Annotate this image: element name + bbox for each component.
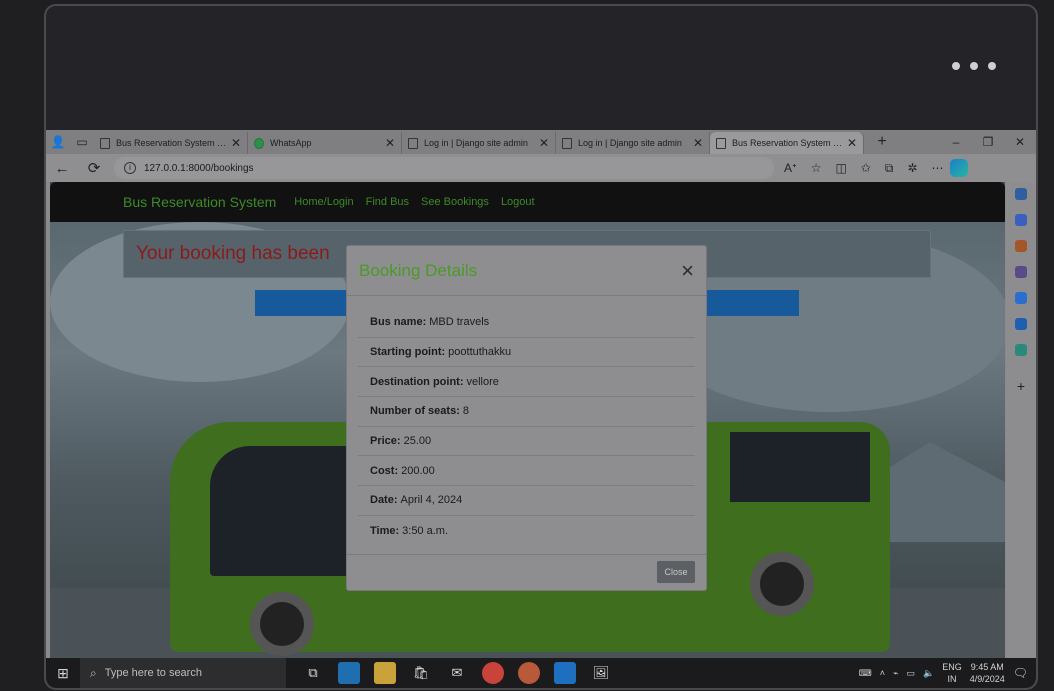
language-indicator[interactable]: ENG IN [942,661,962,685]
tab-label: Log in | Django site admin [578,138,682,148]
split-screen-icon[interactable]: ◫ [835,161,846,176]
notifications-icon[interactable]: 🗨 [1013,666,1028,680]
chrome-icon[interactable] [482,662,504,684]
whatsapp-icon [254,137,264,149]
battery-icon[interactable]: ▭ [906,668,915,679]
drop-icon[interactable] [1015,344,1027,356]
modal-footer: Close [347,554,706,590]
close-window-button[interactable]: ✕ [1004,135,1036,149]
close-tab-icon[interactable]: ✕ [385,136,395,150]
system-tray: ⌨ ˄ ⌁ ▭ 🔈 ENG IN 9:45 AM 4/9/2024 🗨 [859,661,1036,685]
extensions-icon[interactable]: ✲ [907,161,917,176]
nav-logout[interactable]: Logout [501,196,535,208]
search-placeholder: Type here to search [104,667,202,679]
tab-2[interactable]: Log in | Django site admin ✕ [402,132,556,154]
vscode-icon[interactable] [554,662,576,684]
tab-label: Log in | Django site admin [424,138,528,148]
outlook-icon[interactable] [1015,318,1027,330]
chevron-up-icon[interactable]: ˄ [880,668,885,678]
network-icon[interactable]: ⌁ [893,668,898,679]
url-input[interactable]: i 127.0.0.1:8000/bookings [114,157,774,179]
mail-icon[interactable]: ✉ [446,662,468,684]
brand-link[interactable]: Bus Reservation System [123,194,276,210]
store-icon[interactable]: 🛍 [410,662,432,684]
tab-strip: 👤 ▭ Bus Reservation System in Dj ✕ Whats… [46,130,1036,154]
copilot-icon[interactable] [949,159,968,177]
detail-row-time: Time: 3:50 a.m. [370,524,448,537]
restore-button[interactable]: ❐ [972,135,1004,149]
close-tab-icon[interactable]: ✕ [693,136,703,150]
windows-start-icon[interactable]: ⊞ [46,665,80,682]
search-icon[interactable] [1015,188,1027,200]
modal-body: Bus name: MBD travels Starting point: poot… [347,296,706,546]
detail-row-price: Price: 25.00 [358,427,695,457]
profile-icon[interactable]: 👤 [46,130,70,154]
search-icon: ⌕ [90,665,97,680]
tab-label: Bus Reservation System in Dj [732,138,843,148]
tab-actions-icon[interactable]: ▭ [70,130,94,154]
site-navbar: Bus Reservation System Home/Login Find B… [50,182,1005,222]
nav-see-bookings[interactable]: See Bookings [421,196,489,208]
favorites-icon[interactable]: ✩ [861,161,871,176]
alert-text: Your booking has been [136,243,330,264]
detail-row-cost: Cost: 200.00 [358,456,695,487]
back-button[interactable]: ← [46,160,78,177]
tools-briefcase-icon[interactable] [1015,240,1027,252]
browser-sidebar: + [1006,182,1036,688]
nav-find-bus[interactable]: Find Bus [366,196,409,208]
modal-header: Booking Details × [347,246,706,296]
detail-row-date: Date: April 4, 2024 [358,486,695,516]
detail-row-starting-point: Starting point: poottuthakku [358,338,695,368]
collections-icon[interactable]: ⧉ [885,161,894,176]
url-text: 127.0.0.1:8000/bookings [144,162,254,174]
tab-4-active[interactable]: Bus Reservation System in Dj ✕ [710,132,864,154]
close-tab-icon[interactable]: ✕ [539,136,549,150]
file-explorer-icon[interactable] [374,662,396,684]
close-button[interactable]: Close [657,561,695,583]
keyboard-icon[interactable]: ⌨ [859,668,872,679]
edge-icon[interactable] [338,662,360,684]
tab-1[interactable]: WhatsApp ✕ [248,132,402,154]
booking-details-modal: Booking Details × Bus name: MBD travels S… [346,245,707,591]
tab-label: WhatsApp [270,138,312,148]
tab-label: Bus Reservation System in Dj [116,138,227,148]
close-icon[interactable]: × [681,259,694,282]
volume-icon[interactable]: 🔈 [923,668,934,679]
more-options-icon[interactable] [952,62,996,70]
new-tab-button[interactable]: + [870,130,894,154]
site-info-icon[interactable]: i [124,162,136,174]
page-icon [716,137,726,149]
page-icon [100,137,110,149]
shopping-tag-icon[interactable] [1015,214,1027,226]
read-aloud-icon[interactable]: Aᐩ [784,161,797,176]
favorite-star-icon[interactable]: ☆ [811,161,822,176]
add-sidebar-icon[interactable]: + [1017,378,1025,394]
tab-0[interactable]: Bus Reservation System in Dj ✕ [94,132,248,154]
microsoft365-icon[interactable] [1015,292,1027,304]
taskbar-search[interactable]: ⌕ Type here to search [80,658,286,688]
detail-row-destination: Destination point: vellore [358,367,695,398]
tab-3[interactable]: Log in | Django site admin ✕ [556,132,710,154]
minimize-button[interactable]: – [940,135,972,149]
settings-more-icon[interactable]: ⋯ [932,161,944,176]
page-icon [408,137,418,149]
close-tab-icon[interactable]: ✕ [231,136,241,150]
close-tab-icon[interactable]: ✕ [847,136,857,150]
nav-home-login[interactable]: Home/Login [294,196,353,208]
games-chess-icon[interactable] [1015,266,1027,278]
detail-row-bus-name: Bus name: MBD travels [358,308,695,338]
chrome-alt-icon[interactable] [518,662,540,684]
windows-taskbar: ⊞ ⌕ Type here to search ⧉ 🛍 ✉ 🖼 ⌨ ˄ ⌁ ▭ … [46,658,1036,688]
page-icon [562,137,572,149]
photos-icon[interactable]: 🖼 [590,662,612,684]
detail-row-seats: Number of seats: 8 [358,397,695,427]
taskbar-clock[interactable]: 9:45 AM 4/9/2024 [970,661,1005,685]
address-bar-row: ← ⟳ i 127.0.0.1:8000/bookings Aᐩ ☆ ◫ ✩ ⧉… [46,154,1036,182]
reload-button[interactable]: ⟳ [78,159,110,177]
modal-title: Booking Details [359,260,478,280]
task-view-icon[interactable]: ⧉ [302,662,324,684]
